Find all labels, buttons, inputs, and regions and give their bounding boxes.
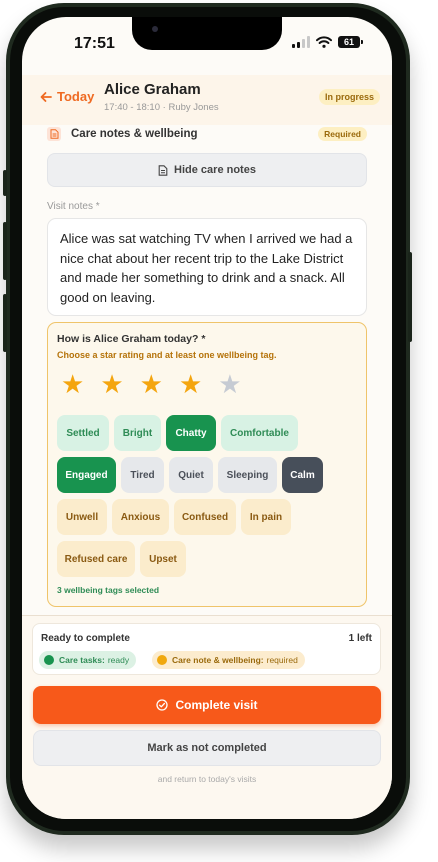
tag-settled[interactable]: Settled — [57, 415, 109, 451]
care-note-status-pill: Care note & wellbeing: required — [152, 651, 305, 669]
care-note-status: required — [266, 655, 298, 665]
care-tasks-label: Care tasks: — [59, 655, 105, 665]
notch — [132, 17, 282, 50]
ready-to-complete-card: Ready to complete 1 left Care tasks: rea… — [32, 623, 381, 675]
arrow-left-icon — [40, 91, 52, 102]
carer-name: Ruby Jones — [168, 102, 219, 113]
tag-refused-care[interactable]: Refused care — [57, 541, 135, 577]
tag-quiet[interactable]: Quiet — [169, 457, 213, 493]
visit-subtitle: 17:40 - 18:10 · Ruby Jones — [104, 102, 219, 113]
care-note-label: Care note & wellbeing: — [172, 655, 264, 665]
front-camera — [152, 26, 158, 32]
status-badge: In progress — [318, 89, 380, 105]
ready-title: Ready to complete — [41, 633, 130, 644]
completion-panel: Ready to complete 1 left Care tasks: rea… — [22, 615, 392, 819]
visit-time: 17:40 - 18:10 — [104, 102, 160, 113]
visit-notes-textarea[interactable]: Alice was sat watching TV when I arrived… — [47, 218, 367, 316]
volume-down-button — [3, 294, 7, 352]
wifi-icon — [316, 36, 332, 48]
required-badge: Required — [318, 127, 367, 141]
star-rating: ★ ★ ★ ★ ★ — [61, 370, 242, 398]
visit-notes-label: Visit notes * — [47, 201, 100, 212]
visit-header: Today Alice Graham 17:40 - 18:10 · Ruby … — [22, 75, 392, 126]
section-title: Care notes & wellbeing — [71, 128, 198, 140]
signal-icon — [292, 36, 310, 48]
remaining-count: 1 left — [348, 633, 372, 644]
power-button — [408, 252, 412, 342]
green-dot-icon — [44, 655, 54, 665]
mark-not-completed-button[interactable]: Mark as not completed — [33, 730, 381, 766]
selected-tags-count: 3 wellbeing tags selected — [57, 585, 160, 595]
tag-chatty[interactable]: Chatty — [166, 415, 216, 451]
star-icon-3[interactable]: ★ — [140, 370, 163, 398]
tag-anxious[interactable]: Anxious — [112, 499, 169, 535]
tag-upset[interactable]: Upset — [140, 541, 186, 577]
silent-switch — [3, 170, 7, 196]
tag-comfortable[interactable]: Comfortable — [221, 415, 298, 451]
back-label: Today — [57, 89, 95, 104]
client-name: Alice Graham — [104, 81, 201, 98]
back-button[interactable]: Today — [40, 89, 94, 104]
complete-visit-button[interactable]: Complete visit — [33, 686, 381, 724]
care-notes-section-header: Care notes & wellbeing Required — [47, 125, 367, 143]
hide-care-notes-label: Hide care notes — [174, 164, 256, 176]
document-icon — [158, 164, 168, 176]
complete-visit-label: Complete visit — [175, 698, 258, 712]
star-icon-4[interactable]: ★ — [179, 370, 202, 398]
tag-tired[interactable]: Tired — [121, 457, 164, 493]
return-hint: and return to today's visits — [157, 774, 257, 784]
battery-icon: 61 — [338, 36, 363, 48]
document-icon — [47, 127, 61, 141]
wellbeing-question: How is Alice Graham today? * — [57, 333, 206, 345]
volume-up-button — [3, 222, 7, 280]
care-tasks-status-pill: Care tasks: ready — [39, 651, 137, 669]
tag-unwell[interactable]: Unwell — [57, 499, 107, 535]
wellbeing-card: How is Alice Graham today? * Choose a st… — [47, 322, 367, 607]
screen: 17:51 61 Today Alice Graham 17:40 - 18:1… — [22, 17, 392, 819]
tag-confused[interactable]: Confused — [174, 499, 236, 535]
check-circle-icon — [156, 699, 169, 711]
amber-dot-icon — [157, 655, 167, 665]
star-icon-5[interactable]: ★ — [218, 370, 241, 398]
star-icon-1[interactable]: ★ — [61, 370, 84, 398]
tag-calm[interactable]: Calm — [282, 457, 323, 493]
tag-engaged[interactable]: Engaged — [57, 457, 116, 493]
tag-sleeping[interactable]: Sleeping — [218, 457, 277, 493]
wellbeing-hint: Choose a star rating and at least one we… — [57, 350, 277, 360]
status-time: 17:51 — [74, 35, 115, 52]
care-notes-content[interactable]: Care notes & wellbeing Required Hide car… — [22, 125, 392, 615]
tag-in-pain[interactable]: In pain — [241, 499, 291, 535]
tag-bright[interactable]: Bright — [114, 415, 161, 451]
star-icon-2[interactable]: ★ — [100, 370, 123, 398]
care-tasks-status: ready — [107, 655, 130, 665]
hide-care-notes-button[interactable]: Hide care notes — [47, 153, 367, 187]
status-icons: 61 — [292, 36, 363, 48]
